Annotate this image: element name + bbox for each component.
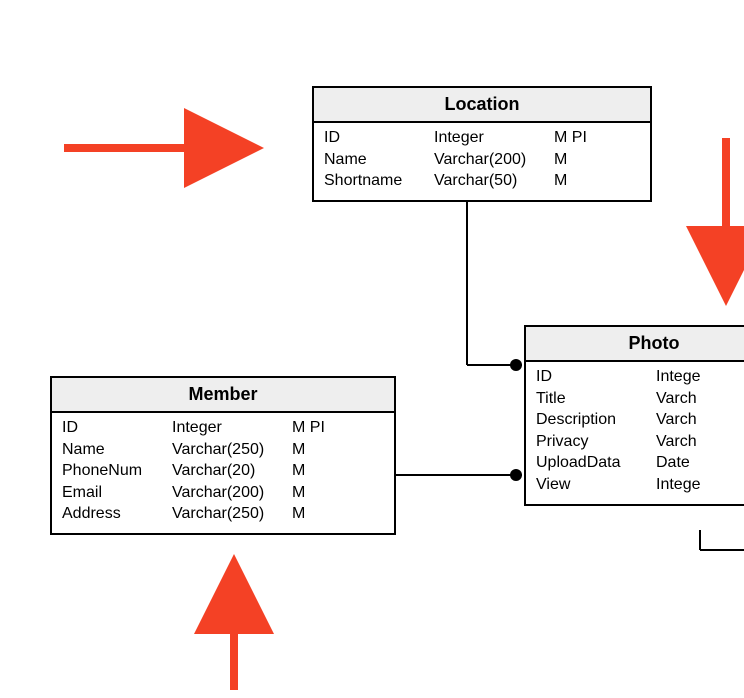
entity-photo-title: Photo bbox=[526, 327, 744, 362]
table-row: Privacy Varch bbox=[536, 431, 744, 453]
attr-name: ID bbox=[62, 417, 172, 439]
attr-flags: M bbox=[292, 439, 337, 461]
attr-name: Description bbox=[536, 409, 656, 431]
table-row: Email Varchar(200) M bbox=[62, 482, 384, 504]
attr-name: ID bbox=[324, 127, 434, 149]
table-row: ID Integer M PI bbox=[324, 127, 640, 149]
attr-name: View bbox=[536, 474, 656, 496]
entity-member-body: ID Integer M PI Name Varchar(250) M Phon… bbox=[52, 413, 394, 533]
attr-type: Varch bbox=[656, 409, 744, 431]
attr-type: Varchar(20) bbox=[172, 460, 292, 482]
attr-type: Varchar(50) bbox=[434, 170, 554, 192]
entity-location-body: ID Integer M PI Name Varchar(200) M Shor… bbox=[314, 123, 650, 200]
table-row: Name Varchar(200) M bbox=[324, 149, 640, 171]
attr-name: Address bbox=[62, 503, 172, 525]
table-row: PhoneNum Varchar(20) M bbox=[62, 460, 384, 482]
entity-member-title: Member bbox=[52, 378, 394, 413]
table-row: Description Varch bbox=[536, 409, 744, 431]
attr-name: Shortname bbox=[324, 170, 434, 192]
attr-type: Intege bbox=[656, 474, 744, 496]
attr-flags: M bbox=[292, 460, 337, 482]
table-row: Address Varchar(250) M bbox=[62, 503, 384, 525]
table-row: Shortname Varchar(50) M bbox=[324, 170, 640, 192]
table-row: Title Varch bbox=[536, 388, 744, 410]
attr-flags: M bbox=[292, 482, 337, 504]
table-row: View Intege bbox=[536, 474, 744, 496]
attr-name: Title bbox=[536, 388, 656, 410]
attr-type: Integer bbox=[172, 417, 292, 439]
attr-type: Varchar(250) bbox=[172, 503, 292, 525]
attr-flags: M bbox=[292, 503, 337, 525]
attr-type: Varchar(250) bbox=[172, 439, 292, 461]
attr-name: PhoneNum bbox=[62, 460, 172, 482]
attr-name: UploadData bbox=[536, 452, 656, 474]
attr-flags: M bbox=[554, 170, 599, 192]
table-row: UploadData Date bbox=[536, 452, 744, 474]
attr-flags: M PI bbox=[554, 127, 599, 149]
entity-photo: Photo ID Intege Title Varch Description … bbox=[524, 325, 744, 506]
attr-name: Email bbox=[62, 482, 172, 504]
attr-flags: M PI bbox=[292, 417, 337, 439]
attr-type: Integer bbox=[434, 127, 554, 149]
table-row: ID Intege bbox=[536, 366, 744, 388]
attr-name: Name bbox=[324, 149, 434, 171]
attr-flags: M bbox=[554, 149, 599, 171]
attr-name: ID bbox=[536, 366, 656, 388]
attr-type: Date bbox=[656, 452, 744, 474]
entity-location-title: Location bbox=[314, 88, 650, 123]
attr-name: Name bbox=[62, 439, 172, 461]
entity-location: Location ID Integer M PI Name Varchar(20… bbox=[312, 86, 652, 202]
attr-type: Varch bbox=[656, 388, 744, 410]
attr-type: Varchar(200) bbox=[172, 482, 292, 504]
attr-type: Varchar(200) bbox=[434, 149, 554, 171]
entity-photo-body: ID Intege Title Varch Description Varch … bbox=[526, 362, 744, 504]
attr-type: Intege bbox=[656, 366, 744, 388]
attr-type: Varch bbox=[656, 431, 744, 453]
table-row: Name Varchar(250) M bbox=[62, 439, 384, 461]
entity-member: Member ID Integer M PI Name Varchar(250)… bbox=[50, 376, 396, 535]
table-row: ID Integer M PI bbox=[62, 417, 384, 439]
attr-name: Privacy bbox=[536, 431, 656, 453]
